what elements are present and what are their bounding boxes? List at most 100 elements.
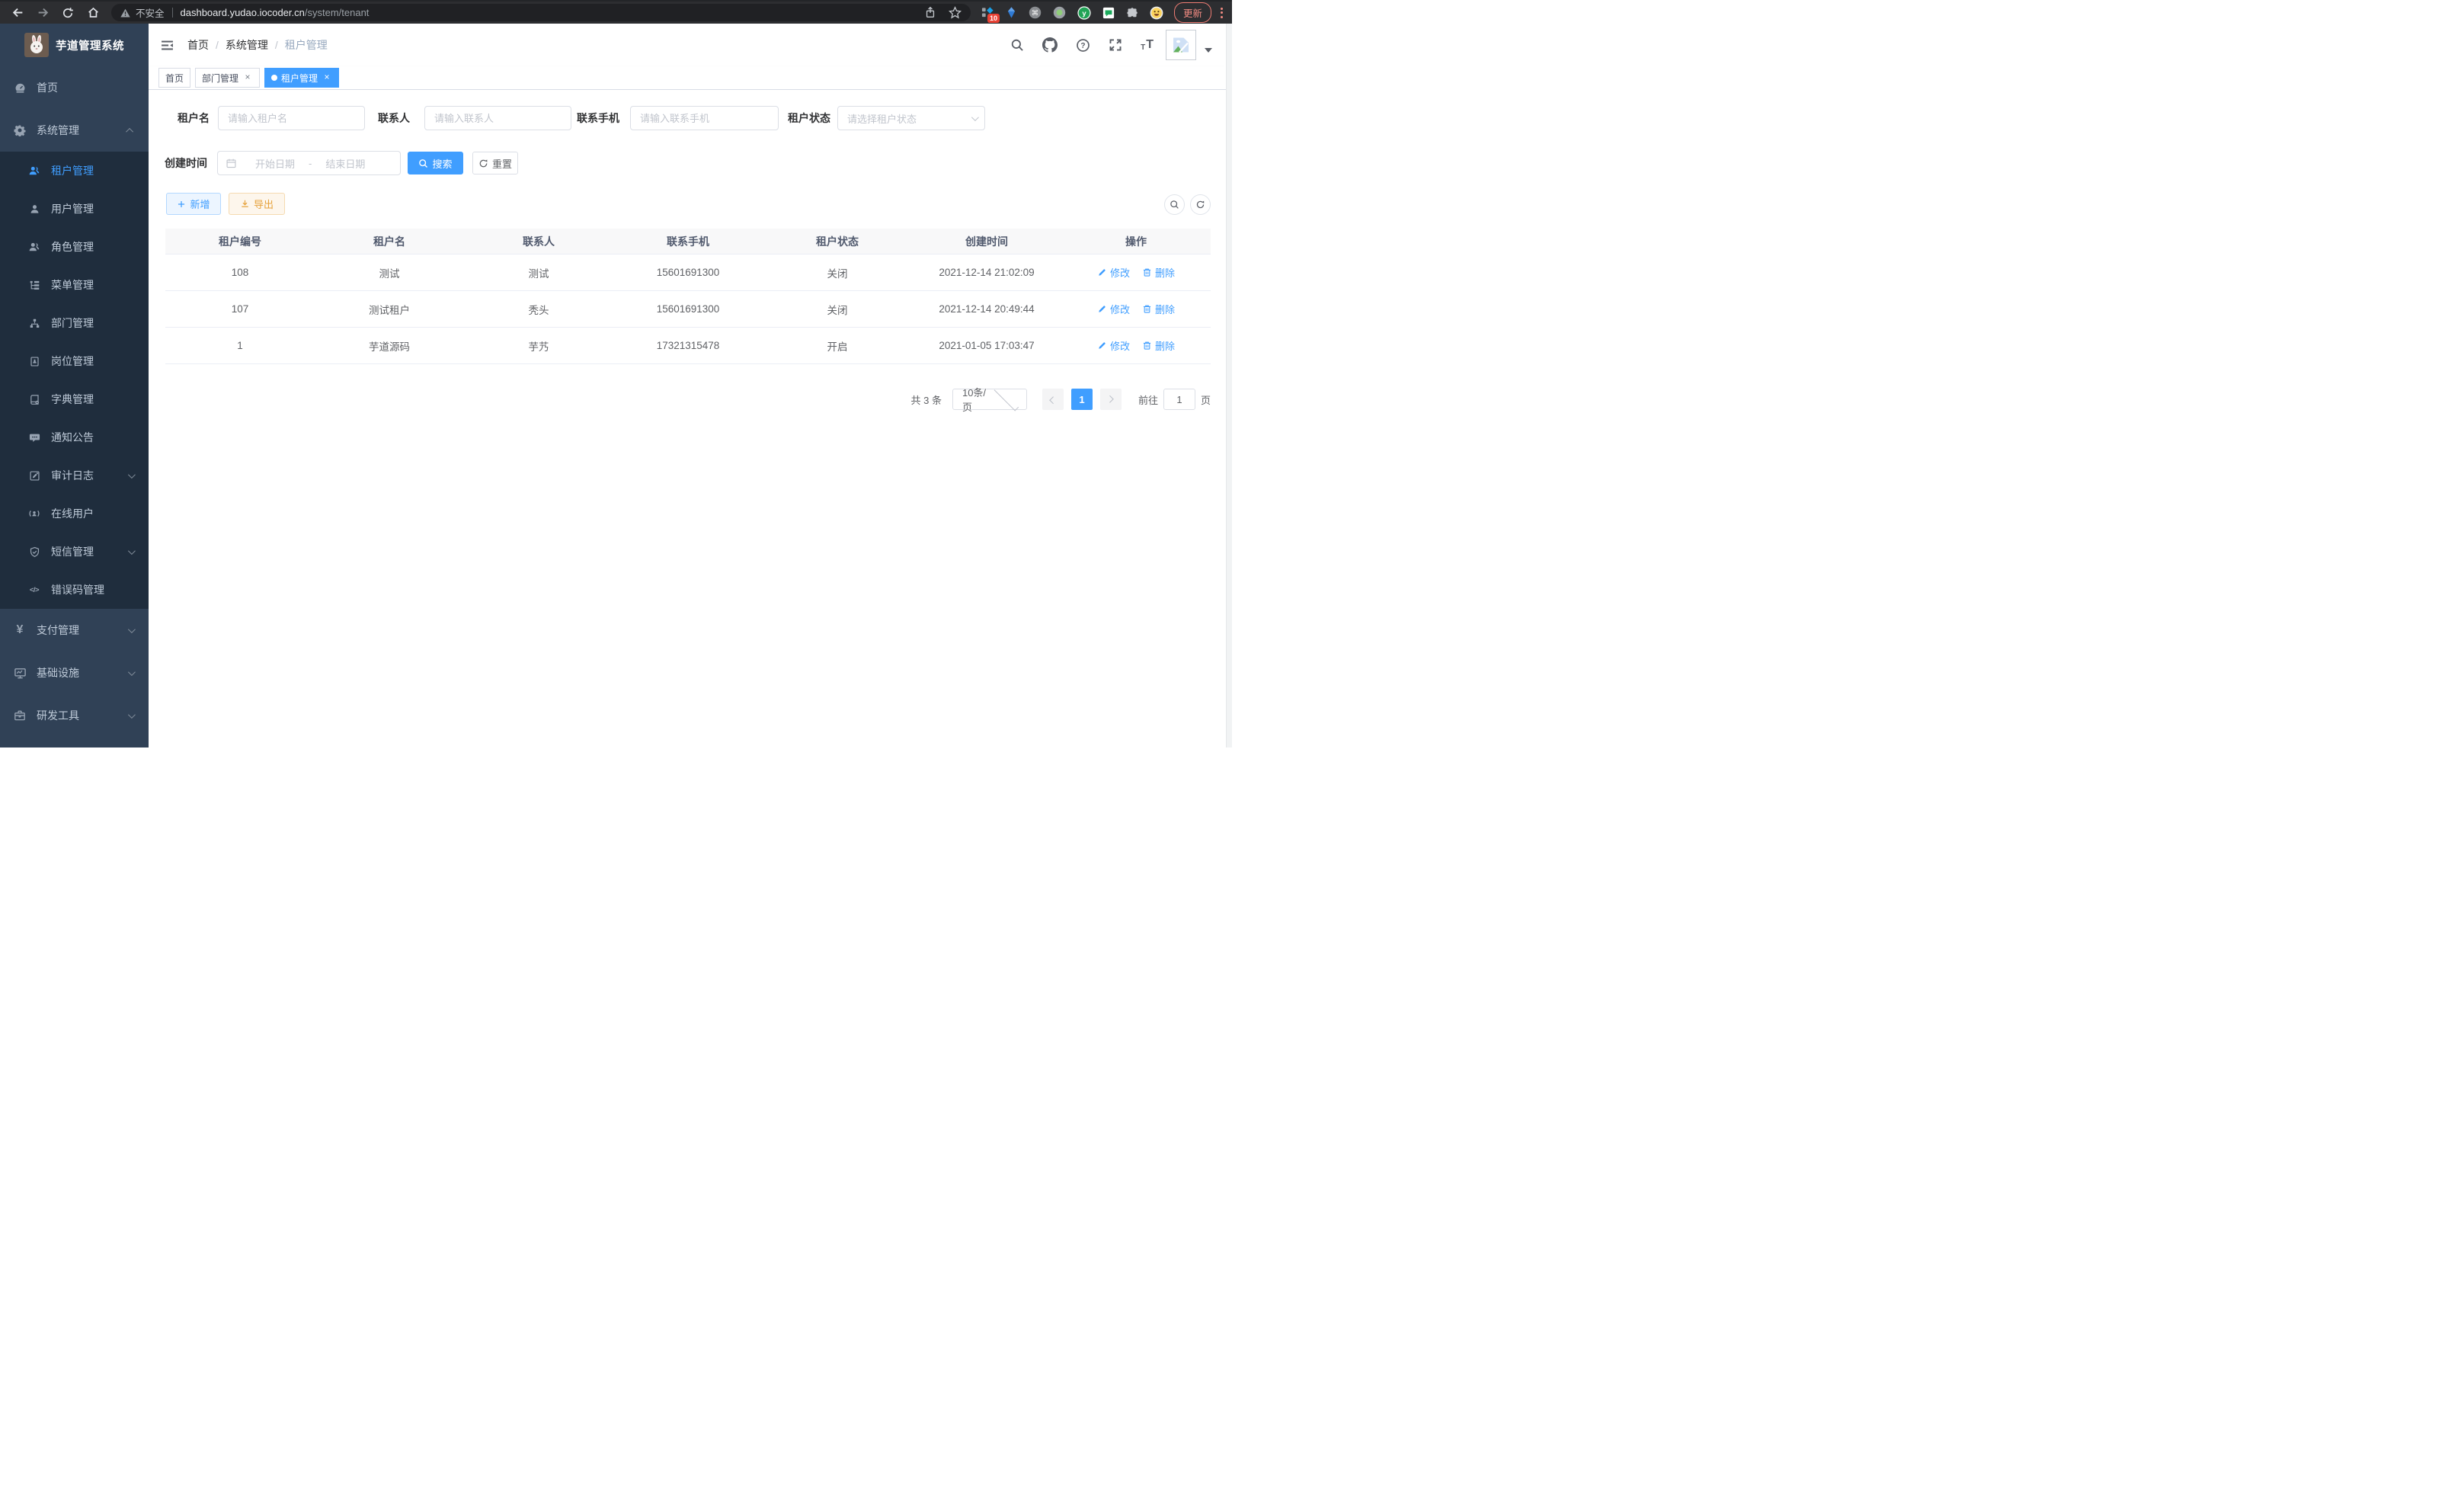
- svg-text:?: ?: [1081, 42, 1086, 50]
- column-header: 创建时间: [912, 234, 1061, 249]
- role-users-icon: [27, 241, 41, 253]
- close-icon[interactable]: ×: [242, 72, 253, 83]
- sidebar-item-posts[interactable]: 岗位管理: [0, 342, 149, 380]
- pagination-total: 共 3 条: [911, 392, 942, 407]
- sidebar-collapse-icon[interactable]: [160, 39, 174, 52]
- extension-y-icon[interactable]: y: [1077, 6, 1091, 20]
- sidebar-item-roles[interactable]: 角色管理: [0, 228, 149, 266]
- cell-status: 关闭: [763, 265, 912, 280]
- sidebar-item-audit-log[interactable]: 审计日志: [0, 456, 149, 495]
- goto-page-input[interactable]: [1163, 389, 1195, 410]
- close-icon[interactable]: ×: [322, 72, 332, 83]
- sidebar-item-label: 研发工具: [37, 708, 128, 723]
- sidebar-logo[interactable]: 芋道管理系统: [0, 24, 149, 66]
- audit-edit-icon: [27, 470, 41, 482]
- extension-command-icon[interactable]: ⌘: [1029, 6, 1042, 19]
- sidebar-item-sms[interactable]: 短信管理: [0, 533, 149, 571]
- header-search-icon[interactable]: [1010, 38, 1024, 52]
- breadcrumb-section[interactable]: 系统管理: [226, 37, 268, 53]
- sidebar-item-users[interactable]: 用户管理: [0, 190, 149, 228]
- delete-link[interactable]: 删除: [1142, 338, 1175, 353]
- breadcrumb-home[interactable]: 首页: [187, 37, 209, 53]
- browser-update-button[interactable]: 更新: [1174, 2, 1211, 23]
- contact-input[interactable]: [424, 106, 571, 130]
- sidebar-item-menus[interactable]: 菜单管理: [0, 266, 149, 304]
- sidebar-item-infrastructure[interactable]: 基础设施: [0, 651, 149, 694]
- security-label[interactable]: 不安全: [136, 5, 165, 20]
- delete-link[interactable]: 删除: [1142, 265, 1175, 280]
- url-bar[interactable]: 不安全 dashboard.yudao.iocoder.cn/system/te…: [111, 4, 971, 21]
- current-page-button[interactable]: 1: [1071, 389, 1093, 410]
- export-button[interactable]: 导出: [229, 193, 285, 215]
- toggle-search-button[interactable]: [1164, 194, 1185, 215]
- sidebar-item-home[interactable]: 首页: [0, 66, 149, 109]
- extension-kite-icon[interactable]: [1006, 6, 1017, 19]
- header-actions: ? TT: [992, 30, 1212, 60]
- chevron-down-icon: [971, 114, 979, 121]
- fullscreen-icon[interactable]: [1109, 38, 1122, 52]
- avatar-dropdown-icon[interactable]: [1205, 48, 1212, 53]
- status-select-placeholder: 请选择租户状态: [847, 111, 971, 126]
- github-icon[interactable]: [1042, 37, 1058, 53]
- gear-icon: [13, 124, 27, 136]
- status-select[interactable]: 请选择租户状态: [837, 106, 985, 130]
- edit-link[interactable]: 修改: [1097, 302, 1130, 316]
- browser-reload-icon[interactable]: [58, 4, 78, 22]
- sidebar-item-tenant[interactable]: 租户管理: [0, 152, 149, 190]
- search-button[interactable]: 搜索: [408, 152, 463, 174]
- table-row: 107 测试租户 秃头 15601691300 关闭 2021-12-14 20…: [165, 291, 1211, 328]
- sidebar-item-error-codes[interactable]: </> 错误码管理: [0, 571, 149, 609]
- page-scrollbar[interactable]: [1226, 24, 1232, 748]
- calendar-icon: [226, 158, 237, 169]
- browser-forward-icon[interactable]: [33, 4, 53, 22]
- extension-chat-icon[interactable]: [1102, 7, 1115, 19]
- page-size-select[interactable]: 10条/页: [952, 389, 1027, 410]
- table-row: 108 测试 测试 15601691300 关闭 2021-12-14 21:0…: [165, 255, 1211, 291]
- font-size-icon[interactable]: TT: [1141, 38, 1154, 52]
- add-button[interactable]: 新增: [166, 193, 221, 215]
- edit-link[interactable]: 修改: [1097, 338, 1130, 353]
- top-header: 首页 / 系统管理 / 租户管理 ? TT: [149, 24, 1226, 66]
- next-page-button[interactable]: [1100, 389, 1122, 410]
- sidebar-item-payment[interactable]: ¥ 支付管理: [0, 609, 149, 651]
- create-time-label: 创建时间: [165, 155, 207, 171]
- extension-green-dot-icon[interactable]: [1053, 6, 1066, 19]
- sidebar-item-dict[interactable]: 字典管理: [0, 380, 149, 418]
- extension-puzzle-icon[interactable]: [1126, 7, 1138, 19]
- sidebar-item-departments[interactable]: 部门管理: [0, 304, 149, 342]
- svg-text:y: y: [1082, 9, 1086, 18]
- tab-label: 租户管理: [281, 72, 318, 85]
- edit-link[interactable]: 修改: [1097, 265, 1130, 280]
- extension-workflow-icon[interactable]: 10: [981, 6, 994, 19]
- security-warning-icon[interactable]: [120, 8, 130, 18]
- avatar[interactable]: [1166, 30, 1196, 60]
- tab-departments[interactable]: 部门管理 ×: [195, 68, 260, 88]
- sidebar-item-label: 菜单管理: [51, 277, 135, 293]
- tab-tenant-active[interactable]: 租户管理 ×: [264, 68, 339, 88]
- tenant-name-input[interactable]: [218, 106, 365, 130]
- extension-emoji-icon[interactable]: [1150, 6, 1163, 20]
- breadcrumb-separator: /: [216, 39, 219, 51]
- reset-button[interactable]: 重置: [472, 152, 518, 174]
- sidebar-item-system[interactable]: 系统管理: [0, 109, 149, 152]
- sidebar-item-label: 用户管理: [51, 201, 135, 216]
- column-header: 操作: [1061, 234, 1211, 249]
- bookmark-star-icon[interactable]: [949, 6, 962, 19]
- logo-rabbit-icon: [24, 33, 49, 57]
- search-button-label: 搜索: [432, 156, 452, 171]
- sidebar-item-online-users[interactable]: 在线用户: [0, 495, 149, 533]
- sidebar-item-dev-tools[interactable]: 研发工具: [0, 694, 149, 737]
- tab-home[interactable]: 首页: [158, 68, 190, 88]
- delete-link[interactable]: 删除: [1142, 302, 1175, 316]
- share-icon[interactable]: [924, 6, 936, 19]
- refresh-table-button[interactable]: [1190, 194, 1211, 215]
- chevron-down-icon: [128, 547, 136, 555]
- browser-back-icon[interactable]: [8, 4, 27, 22]
- sidebar-item-notice[interactable]: 通知公告: [0, 418, 149, 456]
- prev-page-button[interactable]: [1042, 389, 1064, 410]
- date-range-picker[interactable]: 开始日期 - 结束日期: [217, 151, 401, 175]
- browser-home-icon[interactable]: [83, 4, 103, 22]
- phone-input[interactable]: [630, 106, 779, 130]
- browser-menu-icon[interactable]: [1221, 8, 1223, 18]
- help-icon[interactable]: ?: [1076, 38, 1090, 53]
